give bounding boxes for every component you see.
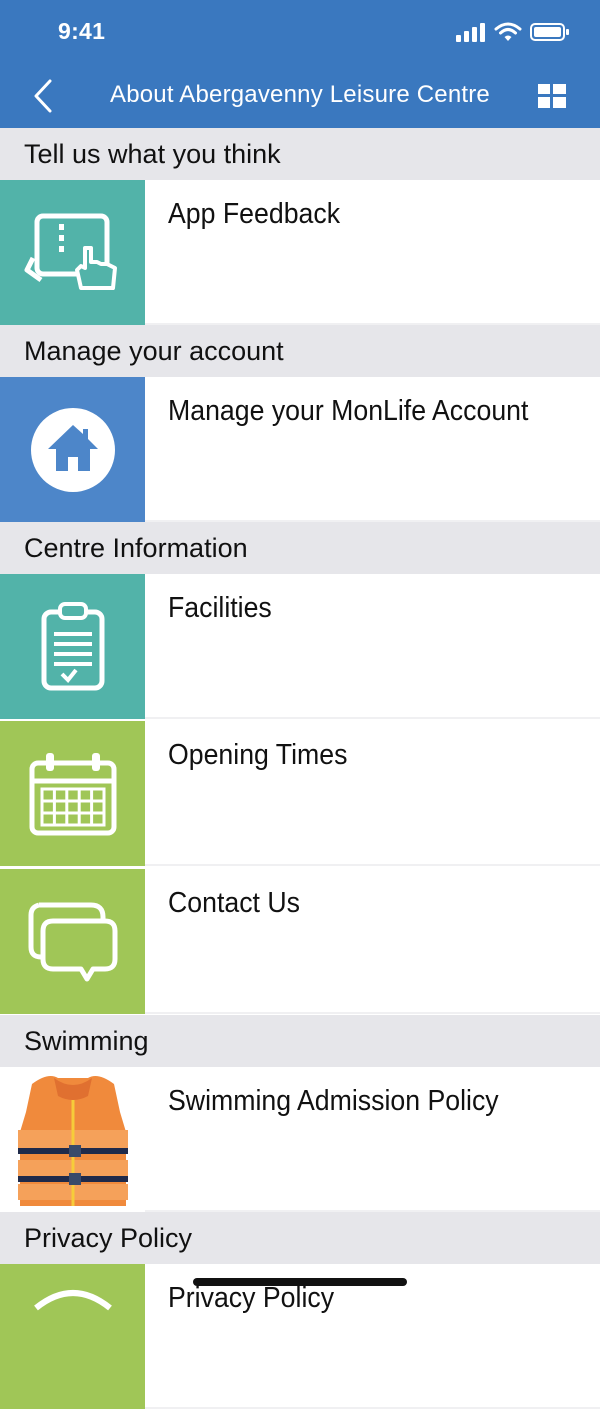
list-item-label: Swimming Admission Policy xyxy=(168,1085,499,1117)
list-item-swimming-admission[interactable]: Swimming Admission Policy xyxy=(0,1067,600,1212)
list-item-label: App Feedback xyxy=(168,198,341,230)
cellular-signal-icon xyxy=(456,23,485,42)
section-header-account: Manage your account xyxy=(0,325,600,377)
top-bar: 9:41 About Abergavenny Leisure Centre xyxy=(0,0,600,128)
section-header-feedback: Tell us what you think xyxy=(0,128,600,180)
life-vest-icon xyxy=(17,1075,128,1206)
section-header-swimming: Swimming xyxy=(0,1015,600,1067)
wifi-icon xyxy=(494,22,522,41)
section-header-centre-info: Centre Information xyxy=(0,522,600,574)
home-indicator xyxy=(193,1278,407,1286)
calendar-icon xyxy=(29,752,116,835)
list-item-opening-times[interactable]: Opening Times xyxy=(0,721,600,866)
clipboard-icon xyxy=(41,601,104,690)
status-icons xyxy=(456,22,570,42)
list-item-label: Facilities xyxy=(168,592,272,624)
list-item-facilities[interactable]: Facilities xyxy=(0,574,600,719)
list-item-label: Manage your MonLife Account xyxy=(168,395,529,427)
home-icon xyxy=(30,407,115,492)
status-time: 9:41 xyxy=(58,18,106,44)
list-item-label: Contact Us xyxy=(168,887,300,919)
list-item-label: Opening Times xyxy=(168,739,348,771)
battery-icon xyxy=(530,23,569,41)
grid-menu-icon[interactable] xyxy=(538,84,566,108)
page-title: About Abergavenny Leisure Centre xyxy=(110,81,490,108)
list-item-app-feedback[interactable]: App Feedback xyxy=(0,180,600,325)
list-item-monlife-account[interactable]: Manage your MonLife Account xyxy=(0,377,600,522)
section-header-privacy: Privacy Policy xyxy=(0,1212,600,1264)
privacy-icon xyxy=(34,1290,112,1311)
list-item-contact-us[interactable]: Contact Us xyxy=(0,869,600,1014)
tablet-touch-icon xyxy=(24,213,117,290)
chat-bubbles-icon xyxy=(28,902,117,981)
